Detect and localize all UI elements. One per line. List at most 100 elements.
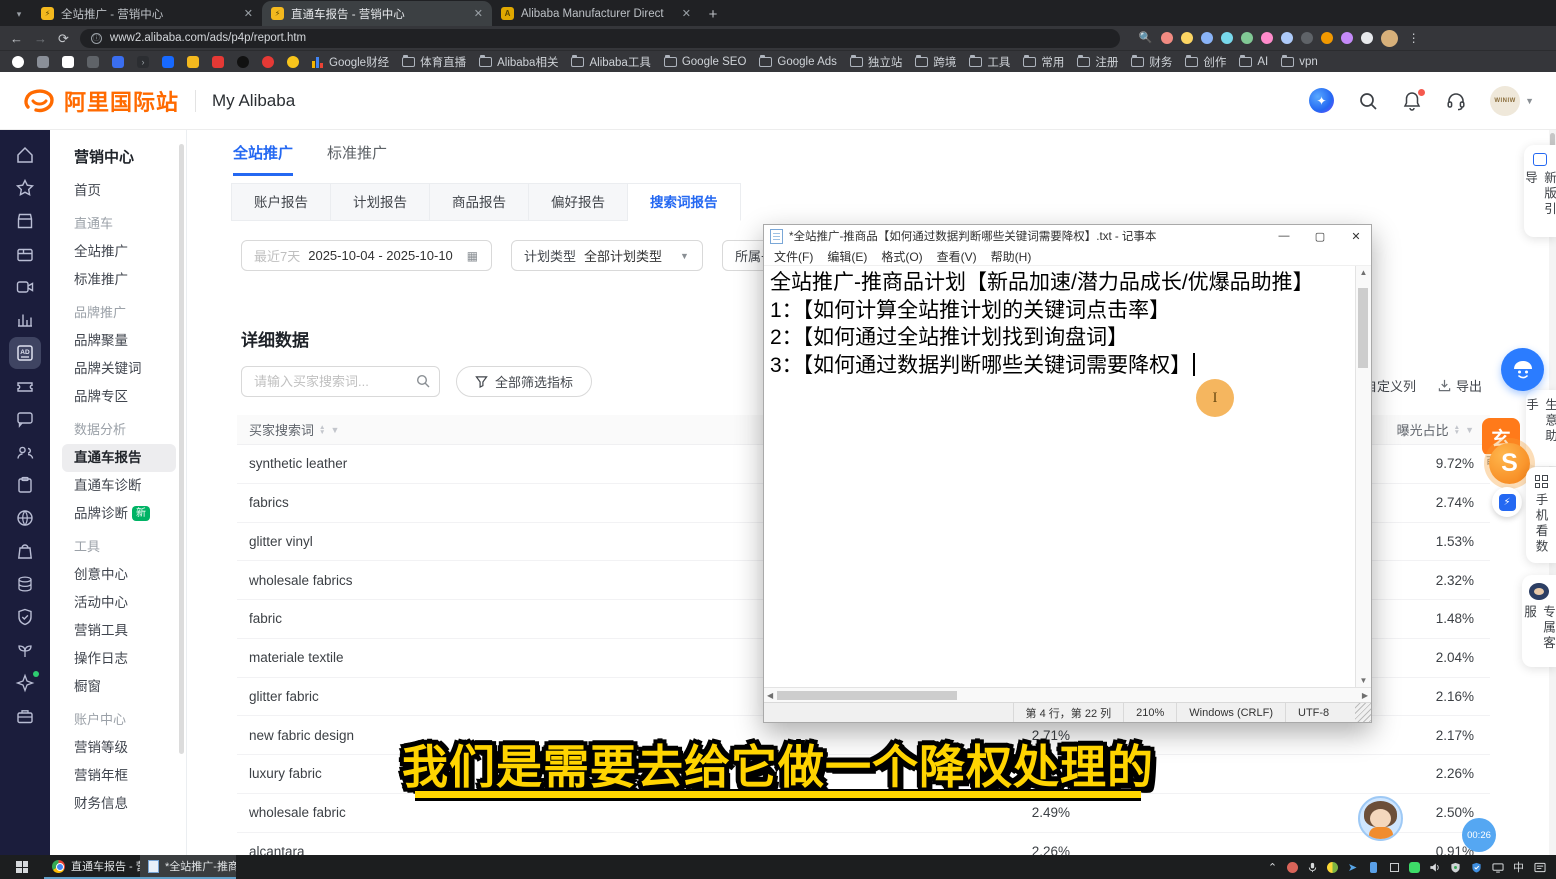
new-version-guide-tab[interactable]: 新版引导 bbox=[1524, 145, 1556, 237]
tab-plan-report[interactable]: 计划报告 bbox=[331, 183, 430, 221]
taskbar-chrome-task[interactable]: 直通车报告 - 营销... bbox=[44, 855, 140, 879]
bookmark-folder[interactable]: Alibaba相关 bbox=[479, 54, 558, 70]
bookmark-item[interactable]: Google财经 bbox=[312, 54, 389, 70]
sidebar-item-brand-diagnose[interactable]: 品牌诊断新 bbox=[50, 500, 186, 528]
search-tabs-icon[interactable]: 🔍 bbox=[1139, 33, 1153, 44]
reload-icon[interactable]: ⟳ bbox=[58, 32, 69, 45]
browser-menu-icon[interactable]: ⋮ bbox=[1408, 31, 1420, 45]
bookmark-folder[interactable]: 创作 bbox=[1185, 54, 1226, 70]
tab-sitewide-promotion[interactable]: 全站推广 bbox=[233, 142, 293, 176]
search-input[interactable] bbox=[241, 366, 440, 397]
sidebar-item-p4p-diagnose[interactable]: 直通车诊断 bbox=[50, 472, 186, 500]
business-assistant-tab[interactable]: 生意助手 bbox=[1526, 390, 1556, 466]
toolbox-icon[interactable] bbox=[15, 706, 35, 726]
resize-grip[interactable] bbox=[1355, 703, 1371, 722]
tray-chevron-up-icon[interactable]: ⌃ bbox=[1266, 861, 1279, 874]
tab-account-report[interactable]: 账户报告 bbox=[231, 183, 331, 221]
extension-icon[interactable] bbox=[1241, 32, 1253, 44]
bookmark-folder[interactable]: 独立站 bbox=[850, 54, 903, 70]
assistant-mascot-icon[interactable] bbox=[1501, 348, 1544, 391]
extension-icon[interactable] bbox=[1361, 32, 1373, 44]
extension-icon[interactable] bbox=[1221, 32, 1233, 44]
extension-icon[interactable] bbox=[1181, 32, 1193, 44]
tray-bird-icon[interactable]: ➤ bbox=[1346, 861, 1359, 874]
customer-service-avatar[interactable] bbox=[1358, 796, 1403, 841]
bookmark-folder[interactable]: AI bbox=[1239, 56, 1268, 68]
sidebar-item-brand-volume[interactable]: 品牌聚量 bbox=[50, 327, 186, 355]
action-center-icon[interactable] bbox=[1533, 861, 1546, 874]
maximize-button[interactable]: ▢ bbox=[1305, 225, 1335, 247]
shopping-bag-icon[interactable] bbox=[15, 541, 35, 561]
extension-icon[interactable] bbox=[1341, 32, 1353, 44]
bookmark-folder[interactable]: 工具 bbox=[969, 54, 1010, 70]
defender-shield-icon[interactable] bbox=[1449, 861, 1462, 874]
sidebar-item-annual-frame[interactable]: 营销年框 bbox=[50, 762, 186, 790]
bookmark-folder[interactable]: Google SEO bbox=[664, 56, 747, 68]
clipboard-icon[interactable] bbox=[15, 475, 35, 495]
chat-icon[interactable] bbox=[15, 409, 35, 429]
menu-view[interactable]: 查看(V) bbox=[930, 248, 984, 265]
bookmark-favicon[interactable] bbox=[187, 56, 199, 68]
close-tab-icon[interactable]: ✕ bbox=[474, 7, 483, 20]
site-info-icon[interactable]: ⓘ bbox=[91, 33, 102, 44]
notepad-window[interactable]: *全站推广-推商品【如何通过数据判断哪些关键词需要降权】.txt - 记事本 —… bbox=[763, 224, 1372, 723]
plan-type-select[interactable]: 计划类型 全部计划类型 ▼ bbox=[511, 240, 703, 271]
sidebar-item-sitewide[interactable]: 全站推广 bbox=[50, 238, 186, 266]
shield-check-icon[interactable] bbox=[15, 607, 35, 627]
filter-funnel-icon[interactable]: ▼ bbox=[1465, 425, 1474, 435]
sidebar-item-activity-center[interactable]: 活动中心 bbox=[50, 589, 186, 617]
vpn-shield-icon[interactable] bbox=[1470, 861, 1483, 874]
sidebar-item-standard[interactable]: 标准推广 bbox=[50, 266, 186, 294]
quick-chat-icon[interactable]: ⚡ bbox=[1492, 487, 1522, 517]
network-display-icon[interactable] bbox=[1491, 861, 1504, 874]
forward-icon[interactable]: → bbox=[34, 32, 47, 45]
menu-edit[interactable]: 编辑(E) bbox=[820, 248, 874, 265]
bookmark-folder[interactable]: 财务 bbox=[1131, 54, 1172, 70]
close-tab-icon[interactable]: ✕ bbox=[682, 7, 691, 20]
sidebar-item-marketing-tools[interactable]: 营销工具 bbox=[50, 617, 186, 645]
bookmark-folder[interactable]: Google Ads bbox=[759, 56, 836, 68]
skype-icon[interactable]: S bbox=[1489, 443, 1530, 484]
alibaba-logo[interactable]: 阿里国际站 bbox=[22, 85, 179, 117]
bookmark-favicon[interactable] bbox=[287, 56, 299, 68]
bookmark-favicon[interactable] bbox=[12, 56, 24, 68]
filter-funnel-icon[interactable]: ▼ bbox=[330, 425, 339, 435]
sidebar-item-brand-zone[interactable]: 品牌专区 bbox=[50, 383, 186, 411]
date-range-picker[interactable]: 最近7天 2025-10-04 - 2025-10-10 ▦ bbox=[241, 240, 492, 271]
sidebar-item-finance-info[interactable]: 财务信息 bbox=[50, 790, 186, 818]
notepad-titlebar[interactable]: *全站推广-推商品【如何通过数据判断哪些关键词需要降权】.txt - 记事本 —… bbox=[764, 225, 1371, 247]
start-button[interactable] bbox=[0, 855, 44, 879]
microphone-icon[interactable] bbox=[1306, 861, 1319, 874]
search-icon[interactable] bbox=[1358, 91, 1378, 111]
browser-tab-3[interactable]: A Alibaba Manufacturer Direct ✕ bbox=[492, 1, 700, 26]
database-icon[interactable] bbox=[15, 574, 35, 594]
scrollbar-thumb[interactable] bbox=[1358, 288, 1368, 368]
extension-icon[interactable] bbox=[1321, 32, 1333, 44]
sidebar-item-creative-center[interactable]: 创意中心 bbox=[50, 561, 186, 589]
extension-icon[interactable] bbox=[1281, 32, 1293, 44]
globe-icon[interactable] bbox=[15, 508, 35, 528]
dedicated-service-tab[interactable]: 专属客服 bbox=[1522, 575, 1556, 667]
menu-help[interactable]: 帮助(H) bbox=[984, 248, 1039, 265]
sidebar-item-home[interactable]: 首页 bbox=[50, 177, 186, 205]
extension-icon[interactable] bbox=[1161, 32, 1173, 44]
all-filter-metrics-button[interactable]: 全部筛选指标 bbox=[456, 366, 592, 397]
close-tab-icon[interactable]: ✕ bbox=[244, 7, 253, 20]
package-icon[interactable] bbox=[15, 244, 35, 264]
new-tab-button[interactable]: + bbox=[700, 2, 726, 26]
tray-app-icon[interactable] bbox=[1327, 862, 1338, 873]
bookmark-favicon[interactable] bbox=[162, 56, 174, 68]
scrollbar-thumb[interactable] bbox=[777, 691, 957, 700]
back-icon[interactable]: ← bbox=[10, 32, 23, 45]
video-icon[interactable] bbox=[15, 277, 35, 297]
bookmark-favicon[interactable]: › bbox=[137, 56, 149, 68]
tiktok-favicon[interactable] bbox=[237, 56, 249, 68]
tab-product-report[interactable]: 商品报告 bbox=[430, 183, 529, 221]
headset-support-icon[interactable] bbox=[1446, 91, 1466, 111]
taskbar-notepad-task[interactable]: *全站推广-推商品... bbox=[140, 855, 236, 879]
gmail-favicon[interactable] bbox=[62, 56, 74, 68]
bookmark-folder[interactable]: Alibaba工具 bbox=[571, 54, 650, 70]
close-button[interactable]: ✕ bbox=[1341, 225, 1371, 247]
sparkle-icon[interactable] bbox=[15, 673, 35, 693]
browser-tab-1[interactable]: ⚡ 全站推广 - 营销中心 ✕ bbox=[32, 1, 262, 26]
